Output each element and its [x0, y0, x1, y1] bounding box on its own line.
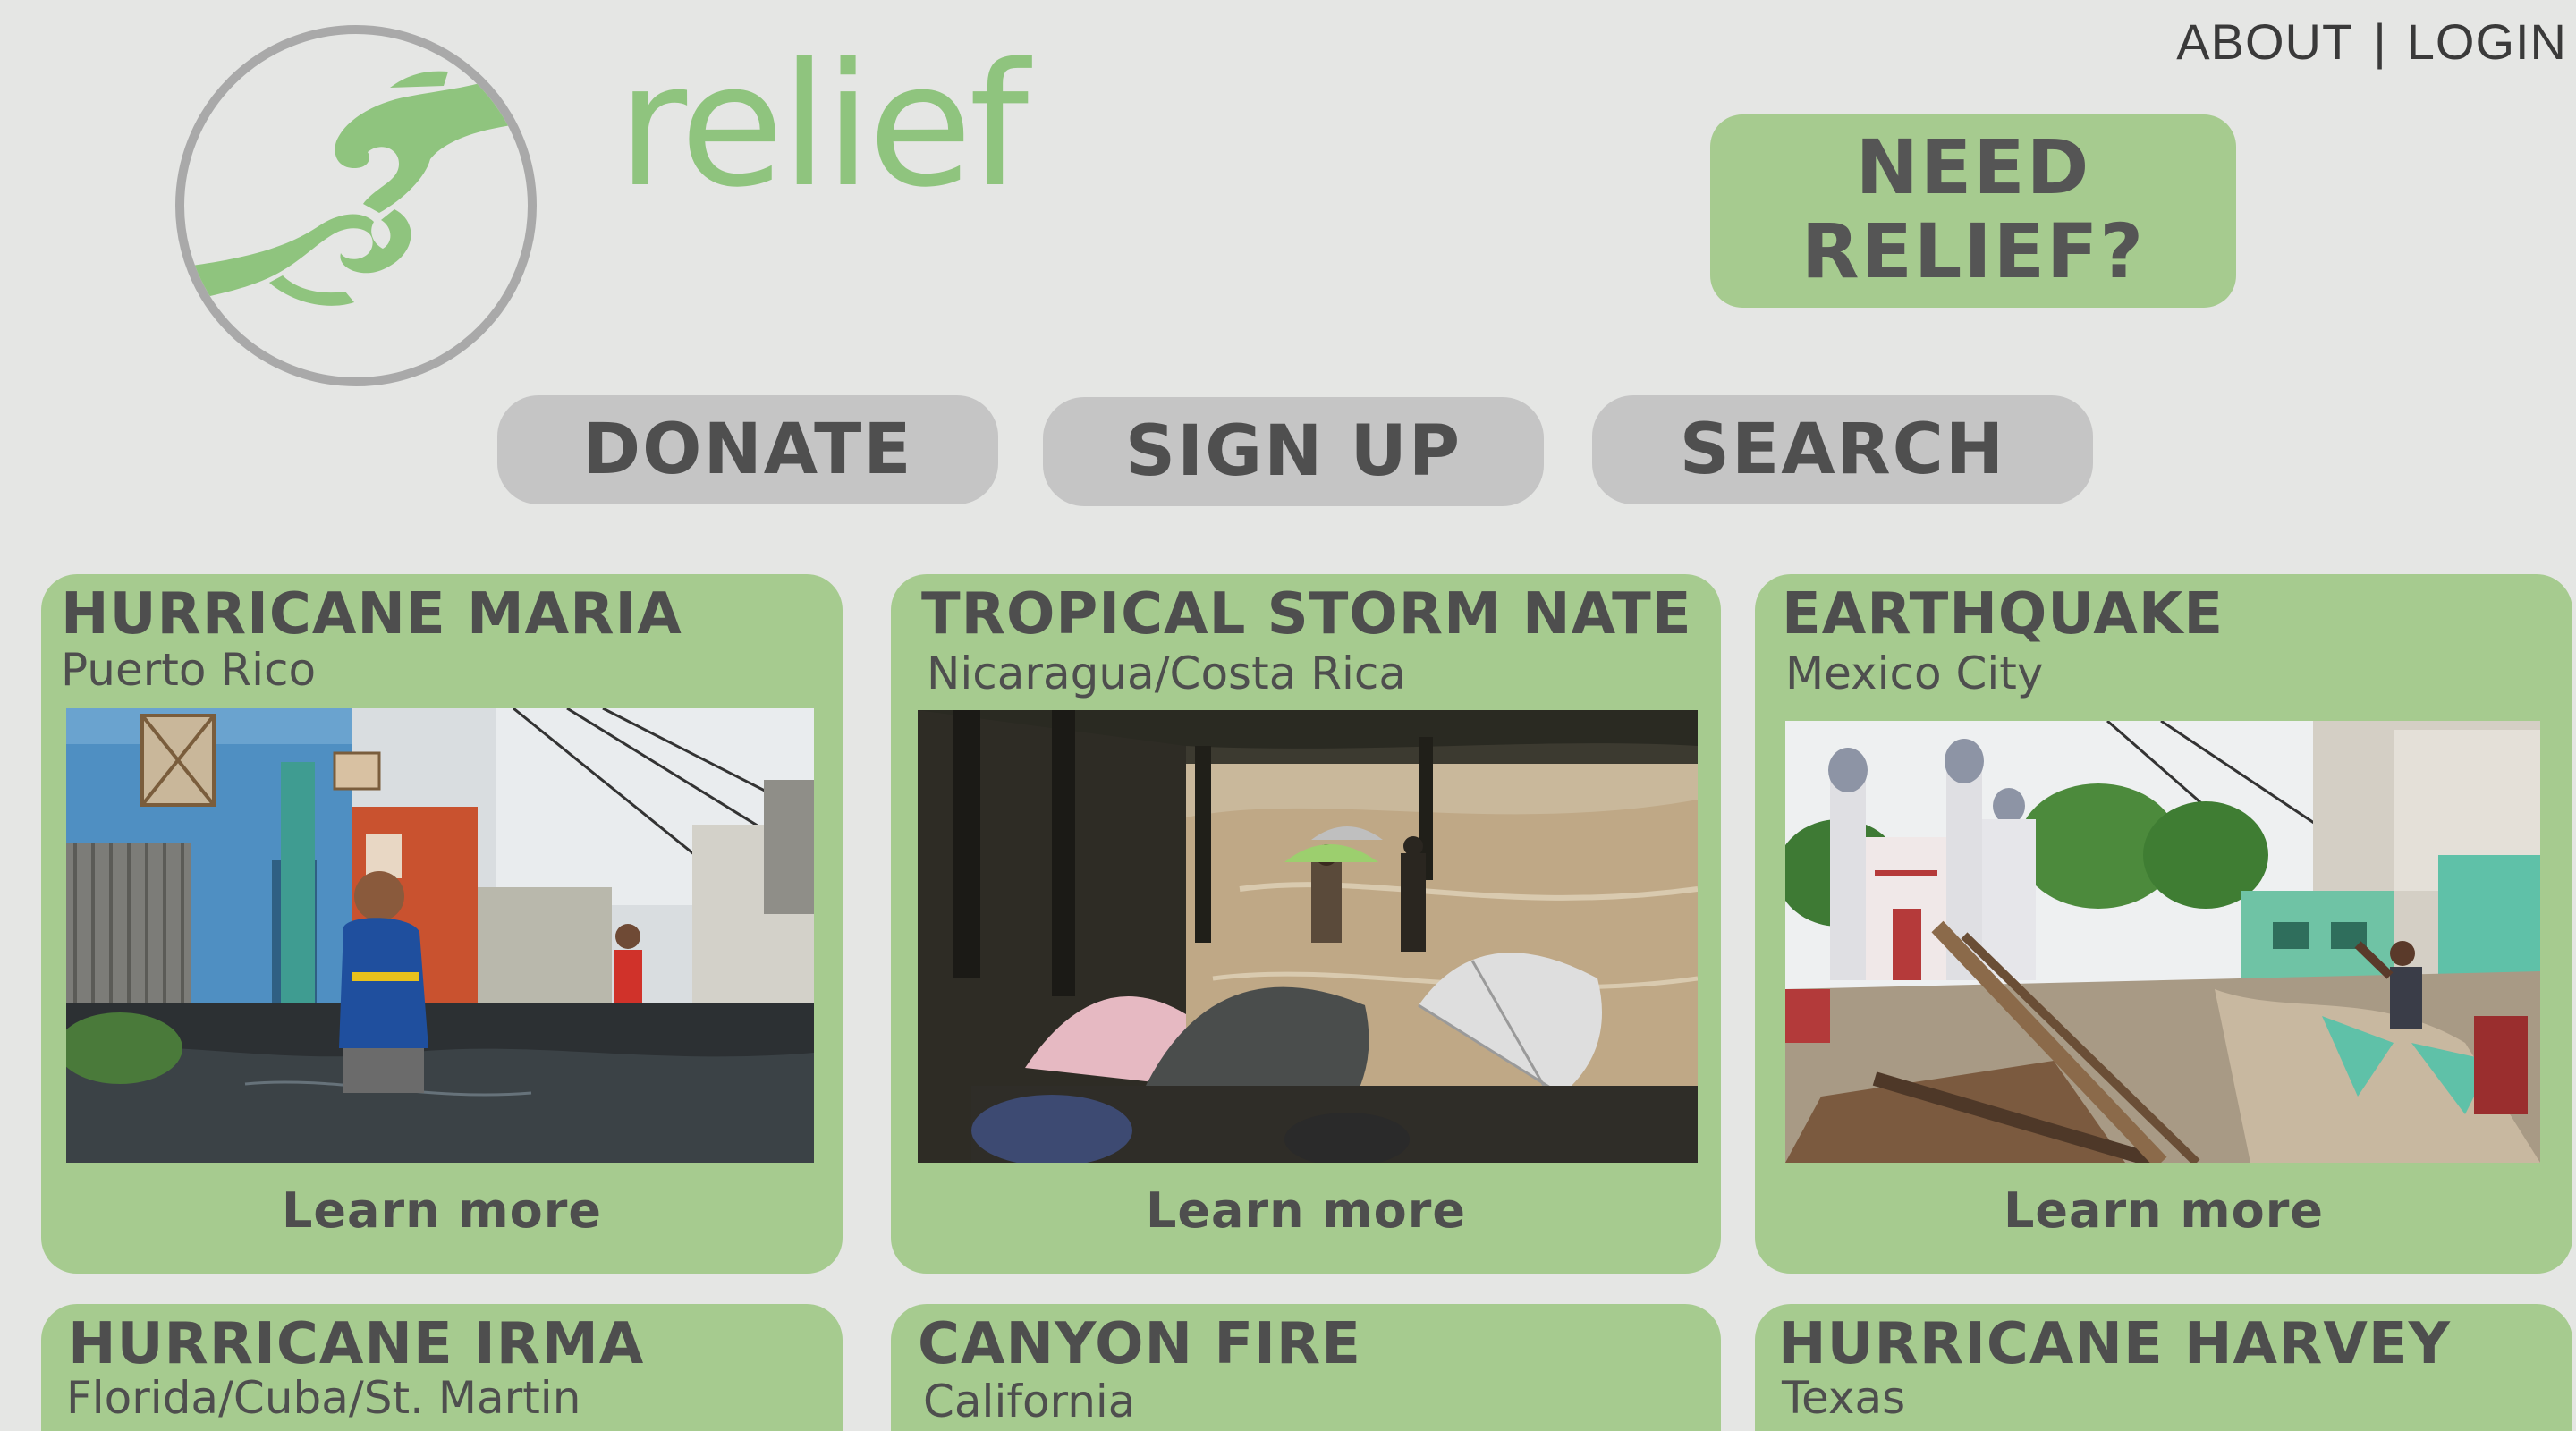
disaster-card-hurricane-harvey[interactable]: HURRICANE HARVEY Texas: [1755, 1304, 2572, 1431]
disaster-card-hurricane-irma[interactable]: HURRICANE IRMA Florida/Cuba/St. Martin: [41, 1304, 843, 1431]
flooded-street-photo[interactable]: [66, 708, 814, 1163]
page: ABOUT | LOGIN relief NEED RELIEF? DONATE S…: [0, 0, 2576, 1431]
card-title: HURRICANE MARIA: [61, 581, 682, 648]
about-link[interactable]: ABOUT: [2176, 13, 2353, 70]
collapsed-buildings-photo[interactable]: [1785, 721, 2540, 1163]
disaster-card-hurricane-maria[interactable]: HURRICANE MARIA Puerto Rico Learn more: [41, 574, 843, 1274]
sign-up-button[interactable]: SIGN UP: [1043, 397, 1544, 506]
card-location: Puerto Rico: [61, 644, 317, 696]
nav-separator: |: [2373, 13, 2387, 70]
need-relief-line-1: NEED: [1855, 123, 2091, 211]
learn-more-link[interactable]: Learn more: [1755, 1182, 2572, 1239]
need-relief-button[interactable]: NEED RELIEF?: [1710, 114, 2236, 308]
card-location: Texas: [1782, 1372, 1906, 1424]
card-title: EARTHQUAKE: [1782, 581, 2224, 648]
card-title: HURRICANE IRMA: [68, 1311, 645, 1377]
card-location: Nicaragua/Costa Rica: [927, 648, 1406, 699]
card-title: CANYON FIRE: [918, 1311, 1361, 1377]
search-button[interactable]: SEARCH: [1592, 395, 2093, 504]
disaster-card-earthquake[interactable]: EARTHQUAKE Mexico City Learn more: [1755, 574, 2572, 1274]
card-location: Mexico City: [1785, 648, 2044, 699]
card-title: HURRICANE HARVEY: [1778, 1311, 2451, 1377]
disaster-card-tropical-storm-nate[interactable]: TROPICAL STORM NATE Nicaragua/Costa Rica: [891, 574, 1721, 1274]
helping-hands-logo-icon[interactable]: [175, 25, 537, 386]
need-relief-line-2: RELIEF?: [1801, 207, 2146, 296]
card-location: Florida/Cuba/St. Martin: [66, 1372, 581, 1424]
learn-more-link[interactable]: Learn more: [891, 1182, 1721, 1239]
donate-button[interactable]: DONATE: [497, 395, 998, 504]
disaster-card-canyon-fire[interactable]: CANYON FIRE California: [891, 1304, 1721, 1431]
umbrellas-by-river-photo[interactable]: [918, 710, 1698, 1163]
login-link[interactable]: LOGIN: [2407, 13, 2567, 70]
card-title: TROPICAL STORM NATE: [921, 581, 1692, 648]
card-location: California: [923, 1376, 1136, 1427]
learn-more-link[interactable]: Learn more: [41, 1182, 843, 1239]
brand-name[interactable]: relief: [617, 41, 1029, 211]
top-nav: ABOUT | LOGIN: [2176, 13, 2567, 71]
